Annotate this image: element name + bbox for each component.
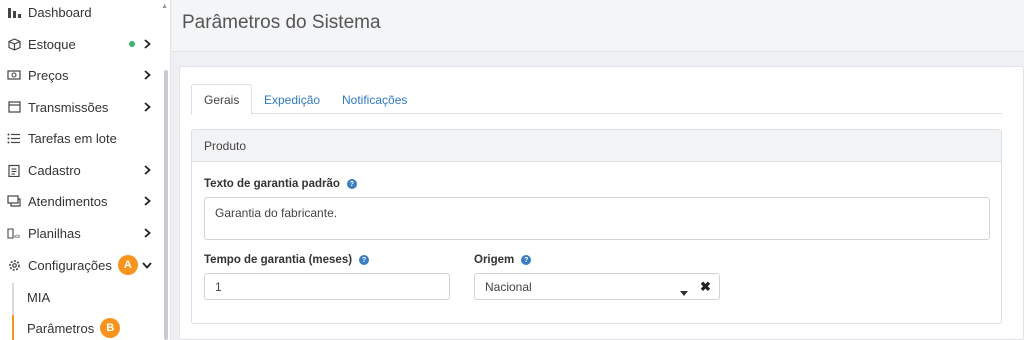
price-tag-icon [7,68,21,82]
warranty-time-label: Tempo de garantia (meses) ? [204,254,370,266]
sidebar: ▲ Dashboard Estoque Preços Transmissões [0,0,171,340]
sidebar-item-estoque[interactable]: Estoque [0,29,165,59]
sidebar-item-dashboard[interactable]: Dashboard [0,0,165,27]
help-icon[interactable]: ? [359,255,370,265]
warranty-text-label: Texto de garantia padrão ? [204,178,357,190]
warranty-text-label-text: Texto de garantia padrão [204,178,340,190]
svg-text:xls: xls [14,234,21,239]
status-dot [129,41,135,47]
bar-chart-icon [7,5,21,19]
tab-gerais[interactable]: Gerais [191,84,253,115]
chevron-down-icon [142,260,152,270]
clear-origin-button[interactable]: ✖ [692,273,720,300]
chevron-right-icon [142,70,152,80]
origin-select[interactable]: Nacional [474,273,693,300]
sidebar-item-atendimentos[interactable]: Atendimentos [0,186,165,216]
sidebar-subitem-mia[interactable]: MIA [27,286,50,308]
origin-label: Origem ? [474,254,532,266]
step-badge-b: B [100,318,121,338]
chat-icon [7,194,21,208]
origin-label-text: Origem [474,254,515,266]
chevron-right-icon [142,102,152,112]
sidebar-item-cadastro[interactable]: Cadastro [0,155,165,185]
sidebar-item-transmissoes[interactable]: Transmissões [0,92,165,122]
tab-expedicao[interactable]: Expedição [252,84,332,115]
help-icon[interactable]: ? [346,179,357,189]
chevron-right-icon [142,228,152,238]
sidebar-item-text: Configurações [28,257,112,273]
clipboard-icon [7,163,21,177]
box-icon [7,37,21,51]
sidebar-item-planilhas[interactable]: xls Planilhas [0,218,165,248]
sidebar-subitem-label: Parâmetros [27,320,95,336]
warranty-time-label-text: Tempo de garantia (meses) [204,254,353,266]
sidebar-item-tarefas-em-lote[interactable]: Tarefas em lote [0,123,165,153]
sidebar-item-label: Configurações [28,258,112,273]
warranty-text-field[interactable]: Garantia do fabricante. [204,197,990,240]
warranty-time-field[interactable]: 1 [204,273,450,300]
sidebar-item-configuracoes[interactable]: Configurações A [0,250,165,280]
spreadsheet-icon: xls [7,226,21,240]
calendar-icon [7,100,21,114]
list-icon [7,131,21,145]
chevron-right-icon [142,196,152,206]
dropdown-arrow-icon[interactable] [680,284,688,296]
sidebar-item-precos[interactable]: Preços [0,60,165,90]
tab-notificacoes[interactable]: Notificações [330,84,419,115]
sidebar-item-label: Tarefas em lote [28,130,117,146]
chevron-right-icon [142,39,152,49]
gear-icon [7,258,21,272]
submenu-active-indicator [12,315,14,340]
sidebar-subitem-label: MIA [27,289,51,305]
step-badge-a: A [117,255,138,275]
chevron-right-icon [142,165,152,175]
sidebar-subitem-parametros[interactable]: Parâmetros B [27,317,121,339]
page-title: Parâmetros do Sistema [182,12,381,33]
panel-title: Produto [192,130,1001,162]
sidebar-item-label: Dashboard [28,4,92,20]
help-icon[interactable]: ? [521,255,532,265]
